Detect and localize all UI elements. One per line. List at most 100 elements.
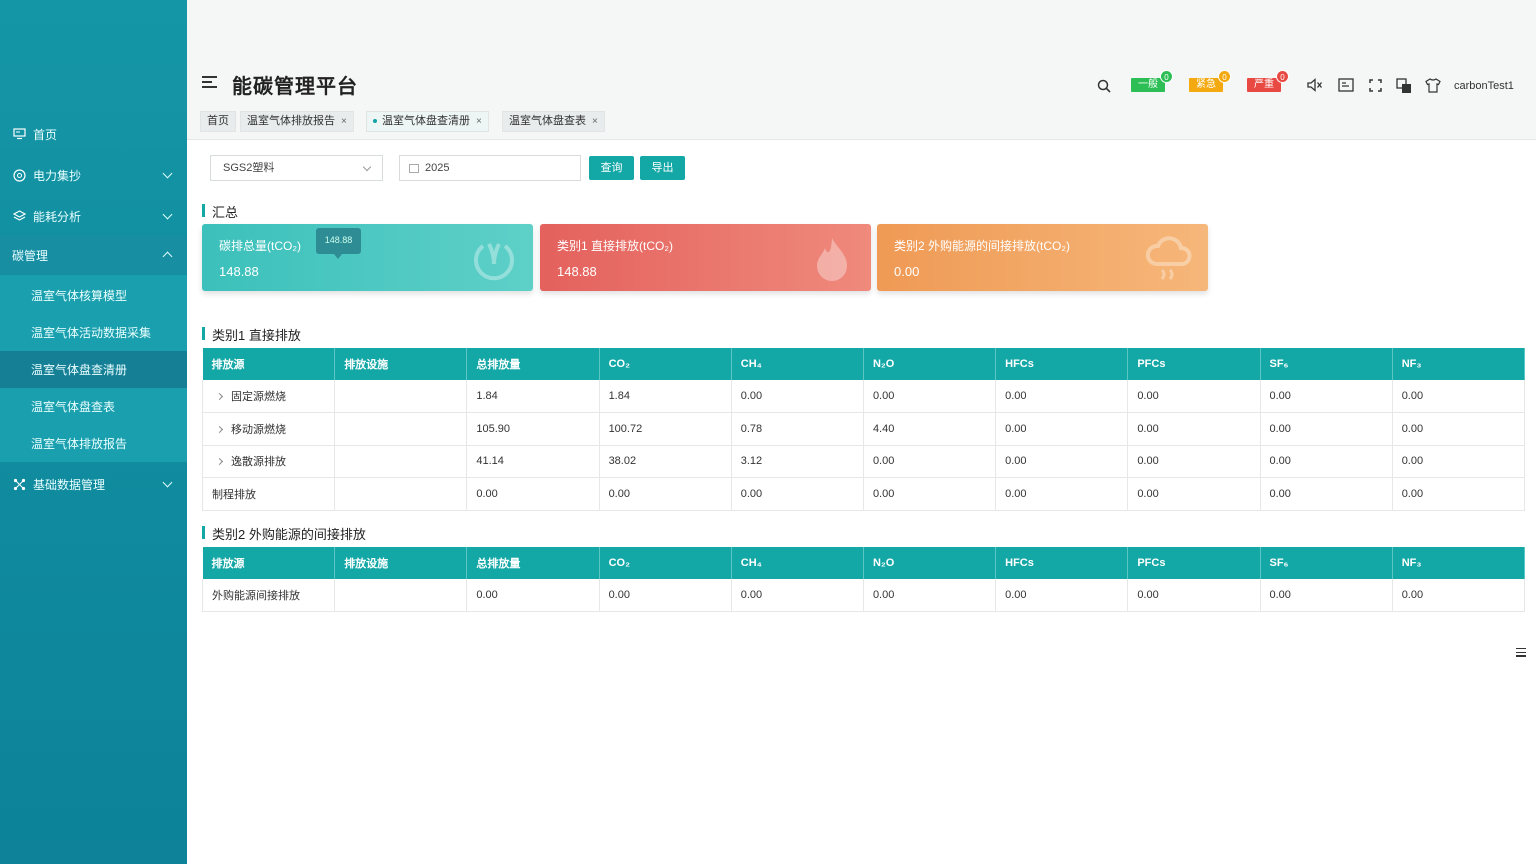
column-header: SF₆ [1260, 547, 1393, 579]
year-picker[interactable]: 2025 [399, 155, 581, 181]
column-header: 排放设施 [334, 348, 468, 380]
value-tooltip: 148.88 [316, 228, 361, 259]
column-header: PFCs [1127, 547, 1261, 579]
column-header: CO₂ [599, 547, 732, 579]
column-header: N₂O [863, 348, 997, 380]
close-icon[interactable]: × [592, 116, 598, 127]
export-button[interactable]: 导出 [640, 156, 685, 180]
chevron-down-icon [162, 168, 173, 179]
search-icon[interactable] [1097, 79, 1111, 96]
sidebar-item-label: 基础数据管理 [33, 477, 106, 492]
sidebar: 首页 电力集抄 能耗分析 碳管理 温室气体核算模型 温室气体活动数据采集 温室气… [0, 0, 187, 864]
cell-text: 0.00 [608, 487, 630, 500]
sidebar-sub-label: 温室气体核算模型 [31, 289, 128, 303]
sidebar-sub-label: 温室气体排放报告 [31, 437, 128, 451]
org-select-value: SGS2塑料 [223, 162, 275, 174]
cell-text: 0.00 [1005, 390, 1027, 402]
table-cell: 0.00 [1392, 445, 1526, 478]
column-header: PFCs [1127, 348, 1261, 380]
column-settings-icon[interactable] [1516, 648, 1526, 658]
table-cell: 0.00 [1127, 445, 1261, 478]
user-name[interactable]: carbonTest1 [1454, 80, 1514, 92]
card-label: 类别2 外购能源的间接排放(tCO₂) [894, 239, 1070, 253]
column-header: 排放源 [202, 348, 336, 380]
table-cell: 0.00 [995, 477, 1129, 511]
column-header: NF₃ [1392, 348, 1526, 380]
alarm-severe-button[interactable]: 严重 0 [1247, 70, 1289, 92]
cell-text: 0.00 [1005, 422, 1027, 435]
nodes-icon [12, 477, 26, 491]
table-row: 制程排放 0.00 0.00 0.00 0.00 0.00 0.00 0.00 0.00 [201, 477, 1526, 511]
column-header: N₂O [863, 547, 997, 579]
table-row: 外购能源间接排放 0.00 0.00 0.00 0.00 0.00 0.00 0.00 0.00 [201, 579, 1526, 612]
chevron-right-icon[interactable] [215, 458, 224, 466]
tab-home[interactable]: 首页 [200, 111, 236, 132]
table-cell: 0.00 [863, 380, 997, 413]
table-cell: 0.00 [1392, 380, 1526, 413]
sidebar-item-carbon[interactable]: 碳管理 [0, 236, 187, 274]
table-cell: 固定源燃烧 [201, 380, 336, 413]
badge-label: 紧急 [1196, 79, 1216, 90]
cell-text: 0.00 [1401, 390, 1424, 402]
cell-text: 0.00 [1137, 487, 1159, 500]
column-header: CO₂ [599, 348, 732, 380]
sidebar-item-basedata[interactable]: 基础数据管理 [0, 465, 187, 503]
header: 能碳管理平台 一般 0 紧急 0 严重 0 carbonTest1 首页 温室气… [187, 0, 1536, 140]
table-cell: 0.00 [1127, 477, 1261, 511]
alarm-general-button[interactable]: 一般 0 [1131, 70, 1173, 92]
fullscreen-icon[interactable] [1369, 79, 1382, 95]
category2-table: 排放源 排放设施 总排放量 CO₂ CH₄ N₂O HFCs PFCs SF₆ NF₃ 外购能源间… [201, 547, 1526, 612]
cell-text: 0.00 [1269, 455, 1291, 468]
screen-icon[interactable] [1338, 78, 1354, 95]
card-label: 碳排总量(tCO₂) [219, 239, 301, 253]
column-header: 总排放量 [466, 348, 600, 380]
tab-inventory-table[interactable]: 温室气体盘查表 × [502, 111, 605, 132]
sidebar-item-power[interactable]: 电力集抄 [0, 156, 187, 194]
tab-emission-report[interactable]: 温室气体排放报告 × [240, 111, 354, 132]
card-label: 类别1 直接排放(tCO₂) [557, 239, 673, 253]
tab-label: 温室气体排放报告 [247, 115, 335, 127]
column-header: 总排放量 [466, 547, 600, 579]
theme-shirt-icon[interactable] [1425, 78, 1441, 96]
table-row[interactable]: 固定源燃烧 1.84 1.84 0.00 0.00 0.00 0.00 0.00 0.00 [201, 380, 1526, 413]
sidebar-item-energy[interactable]: 能耗分析 [0, 197, 187, 235]
summary-title: 汇总 [202, 202, 238, 221]
table-cell: 制程排放 [201, 477, 336, 511]
table-cell: 41.14 [466, 445, 600, 478]
tab-inventory[interactable]: 温室气体盘查清册 × [366, 111, 489, 132]
query-button[interactable]: 查询 [589, 156, 634, 180]
cell-text: 3.12 [740, 455, 763, 468]
sidebar-sub-table[interactable]: 温室气体盘查表 [0, 388, 187, 425]
org-select[interactable]: SGS2塑料 [210, 155, 383, 181]
chevron-down-icon [162, 477, 173, 488]
chevron-right-icon[interactable] [215, 425, 224, 433]
cell-text: 0.00 [1269, 487, 1291, 500]
translate-icon[interactable] [1396, 78, 1412, 97]
table-cell: 0.00 [1392, 579, 1526, 612]
sidebar-sub-collect[interactable]: 温室气体活动数据采集 [0, 314, 187, 351]
table-cell: 0.00 [1260, 445, 1393, 478]
table-cell: 0.00 [599, 579, 732, 612]
table-row[interactable]: 逸散源排放 41.14 38.02 3.12 0.00 0.00 0.00 0.00 0.00 [201, 445, 1526, 478]
table-cell: 0.00 [1127, 412, 1261, 446]
cell-text: 0.00 [740, 589, 763, 601]
table-row[interactable]: 移动源燃烧 105.90 100.72 0.78 4.40 0.00 0.00 0.00 0.0… [201, 412, 1526, 446]
cell-text: 0.00 [1401, 422, 1424, 435]
sidebar-item-home[interactable]: 首页 [0, 115, 187, 153]
menu-toggle-icon[interactable] [202, 76, 217, 90]
card-value: 148.88 [557, 264, 597, 279]
sidebar-sub-report[interactable]: 温室气体排放报告 [0, 425, 187, 462]
alarm-urgent-button[interactable]: 紧急 0 [1189, 70, 1231, 92]
table-cell: 3.12 [731, 445, 864, 478]
column-header: 排放源 [202, 547, 336, 579]
cell-text: 制程排放 [212, 488, 256, 501]
mute-icon[interactable] [1307, 78, 1323, 95]
close-icon[interactable]: × [476, 116, 482, 127]
sidebar-sub-label: 温室气体盘查清册 [31, 363, 128, 377]
badge-count: 0 [1160, 70, 1173, 83]
table-cell: 0.00 [1260, 477, 1393, 511]
sidebar-sub-inventory[interactable]: 温室气体盘查清册 [0, 351, 187, 388]
chevron-right-icon[interactable] [215, 392, 224, 401]
close-icon[interactable]: × [341, 116, 347, 127]
sidebar-sub-model[interactable]: 温室气体核算模型 [0, 277, 187, 314]
